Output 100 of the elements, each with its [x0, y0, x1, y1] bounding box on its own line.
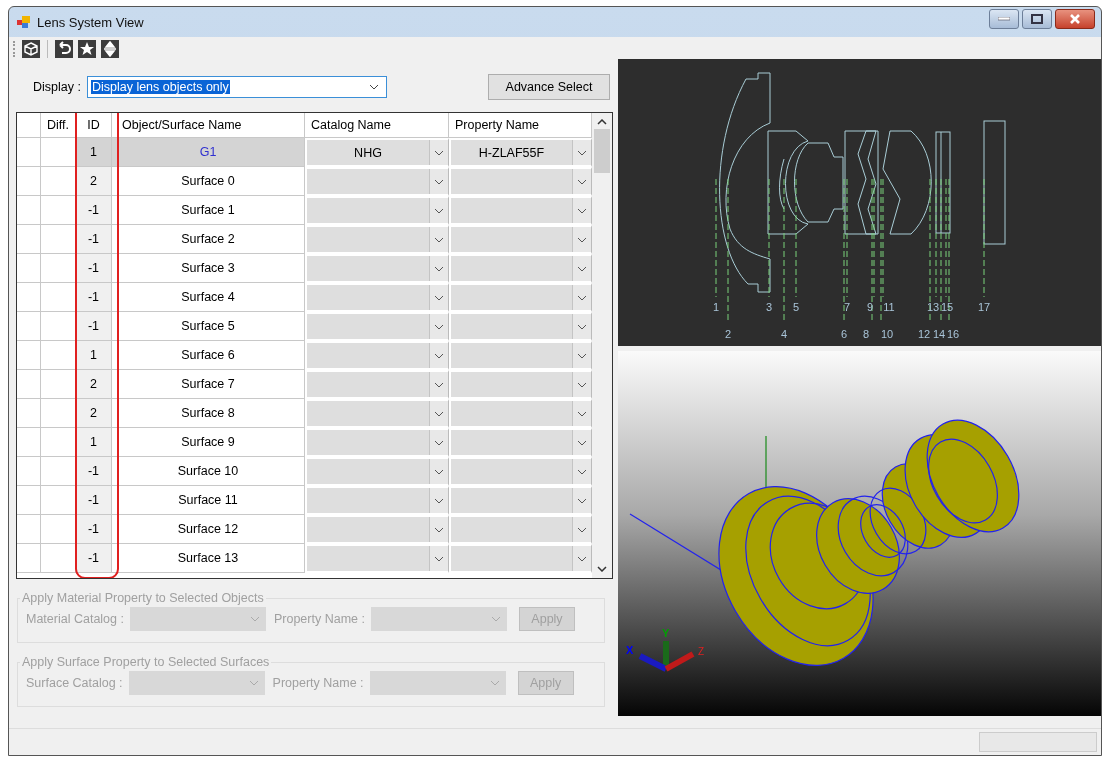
surface-number: 4 [780, 328, 788, 340]
cube-button[interactable] [22, 40, 40, 58]
window-title: Lens System View [37, 14, 144, 30]
property-dropdown[interactable] [449, 399, 592, 428]
axis-label: Y [662, 627, 670, 639]
property-dropdown[interactable] [449, 428, 592, 457]
table-row[interactable]: -1 Surface 13 [17, 544, 592, 573]
table-row[interactable]: -1 Surface 11 [17, 486, 592, 515]
catalog-dropdown[interactable] [305, 167, 449, 196]
catalog-dropdown[interactable] [305, 283, 449, 312]
caret-icon [434, 352, 444, 359]
property-dropdown[interactable] [369, 671, 506, 695]
table-row[interactable]: -1 Surface 12 [17, 515, 592, 544]
caret-icon [577, 526, 587, 533]
caret-icon [577, 555, 587, 562]
catalog-dropdown[interactable] [305, 457, 449, 486]
scroll-thumb[interactable] [594, 129, 610, 173]
table-cell: -1 [76, 486, 112, 515]
catalog-dropdown[interactable] [305, 312, 449, 341]
caret-icon [577, 497, 587, 504]
table-row[interactable]: 2 Surface 8 [17, 399, 592, 428]
table-cell: 1 [76, 428, 112, 457]
catalog-dropdown[interactable] [305, 341, 449, 370]
surface-number: 3 [765, 301, 773, 313]
catalog-dropdown[interactable] [128, 671, 265, 695]
caret-icon [434, 526, 444, 533]
catalog-dropdown[interactable] [305, 515, 449, 544]
table-cell: 2 [76, 370, 112, 399]
table-row[interactable]: 1 Surface 9 [17, 428, 592, 457]
table-row[interactable]: 1 G1 NHG H-ZLAF55F [17, 138, 592, 167]
table-cell: 1 [76, 341, 112, 370]
table-row[interactable]: -1 Surface 2 [17, 225, 592, 254]
display-dropdown[interactable]: Display lens objects only [86, 76, 387, 98]
undo-button[interactable] [55, 40, 73, 58]
catalog-dropdown[interactable] [305, 225, 449, 254]
table-row[interactable]: 2 Surface 0 [17, 167, 592, 196]
catalog-dropdown[interactable] [305, 254, 449, 283]
catalog-dropdown[interactable] [305, 370, 449, 399]
advance-select-button[interactable]: Advance Select [488, 74, 610, 100]
property-dropdown[interactable] [449, 486, 592, 515]
property-label: Property Name : [272, 676, 364, 690]
catalog-dropdown[interactable] [305, 544, 449, 573]
table-row[interactable]: -1 Surface 10 [17, 457, 592, 486]
surface-number: 14 [932, 328, 946, 340]
caret-icon [577, 439, 587, 446]
surface-number: 15 [940, 301, 954, 313]
property-dropdown[interactable] [449, 515, 592, 544]
catalog-dropdown[interactable] [305, 399, 449, 428]
surface-number: 8 [862, 328, 870, 340]
property-dropdown[interactable] [449, 254, 592, 283]
caret-icon [434, 236, 444, 243]
maximize-button[interactable] [1022, 9, 1052, 29]
caret-icon [577, 352, 587, 359]
caret-icon [577, 236, 587, 243]
table-cell: -1 [76, 283, 112, 312]
property-dropdown[interactable] [449, 225, 592, 254]
caret-icon [577, 294, 587, 301]
surface-number: 13 [926, 301, 940, 313]
table-row[interactable]: -1 Surface 1 [17, 196, 592, 225]
table-cell: -1 [76, 225, 112, 254]
property-dropdown[interactable] [449, 312, 592, 341]
column-header[interactable]: Diff. [41, 113, 76, 138]
property-dropdown[interactable] [449, 457, 592, 486]
surface-number: 7 [843, 301, 851, 313]
caret-icon [434, 178, 444, 185]
caret-icon [434, 410, 444, 417]
property-dropdown[interactable] [449, 283, 592, 312]
table-row[interactable]: -1 Surface 4 [17, 283, 592, 312]
table-cell: 2 [76, 167, 112, 196]
property-dropdown[interactable] [449, 196, 592, 225]
star-button[interactable] [78, 40, 96, 58]
property-dropdown[interactable] [371, 607, 507, 631]
property-dropdown[interactable]: H-ZLAF55F [449, 138, 592, 167]
caret-icon [577, 149, 587, 156]
catalog-dropdown[interactable]: NHG [305, 138, 449, 167]
property-dropdown[interactable] [449, 167, 592, 196]
display-label: Display : [33, 80, 81, 94]
maximize-icon [1031, 14, 1043, 24]
catalog-dropdown[interactable] [305, 428, 449, 457]
group-title: Apply Material Property to Selected Objects [21, 591, 265, 605]
caret-icon [248, 680, 259, 686]
up-down-button[interactable] [101, 40, 119, 58]
app-icon [17, 16, 31, 28]
caret-icon [434, 497, 444, 504]
close-button[interactable] [1055, 9, 1095, 29]
table-row[interactable]: -1 Surface 3 [17, 254, 592, 283]
table-row[interactable]: 2 Surface 7 [17, 370, 592, 399]
property-dropdown[interactable] [449, 341, 592, 370]
table-row[interactable]: -1 Surface 5 [17, 312, 592, 341]
caret-icon [434, 381, 444, 388]
surface-number: 10 [880, 328, 894, 340]
catalog-dropdown[interactable] [305, 196, 449, 225]
axis-label: Z [698, 646, 705, 657]
surface-number: 17 [977, 301, 991, 313]
catalog-dropdown[interactable] [129, 607, 266, 631]
catalog-dropdown[interactable] [305, 486, 449, 515]
property-dropdown[interactable] [449, 544, 592, 573]
table-row[interactable]: 1 Surface 6 [17, 341, 592, 370]
property-dropdown[interactable] [449, 370, 592, 399]
scrollbar[interactable] [592, 113, 612, 578]
